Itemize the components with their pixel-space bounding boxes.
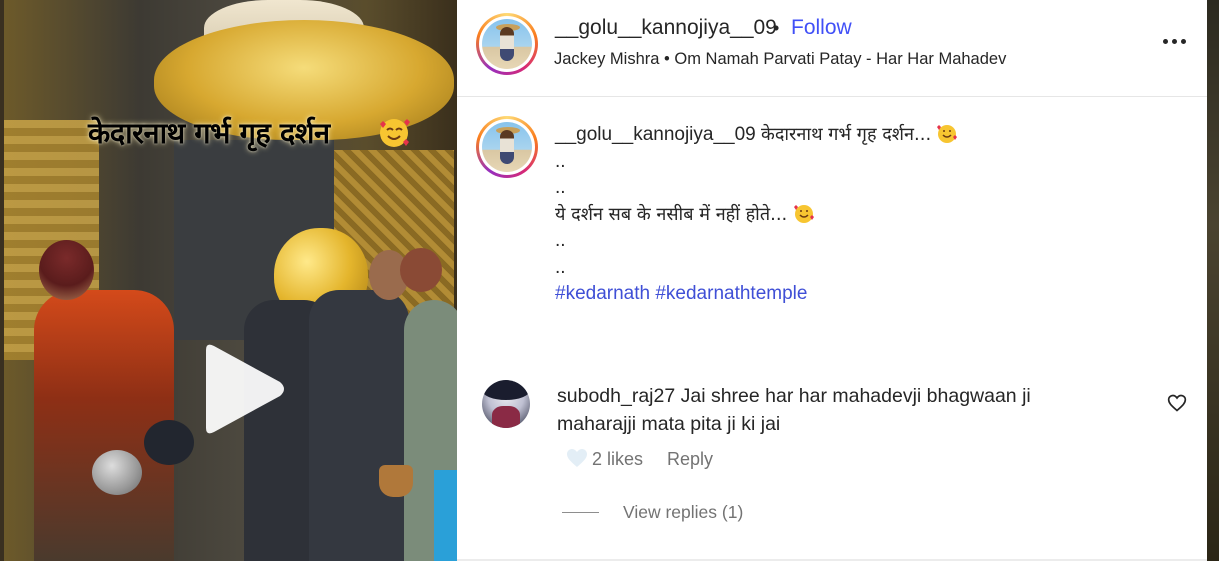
devotee-figure (309, 290, 409, 561)
commenter-username[interactable]: subodh_raj27 (557, 385, 675, 407)
hashtag-link[interactable]: #kedarnathtemple (655, 283, 807, 304)
caption-username[interactable]: __golu__kannojiya__09 (555, 124, 756, 145)
audio-attribution[interactable]: Jackey Mishra • Om Namah Parvati Patay -… (554, 50, 1006, 69)
copper-pot (379, 465, 413, 497)
caption-dots: .. (555, 230, 566, 251)
likes-count[interactable]: 2 likes (592, 449, 643, 470)
video-overlay-caption: केदारनाथ गर्भ गृह दर्शन (88, 116, 330, 150)
author-avatar[interactable] (476, 13, 538, 75)
hashtag-link[interactable]: #kedarnath (555, 283, 650, 304)
comment-body: subodh_raj27 Jai shree har har mahadevji… (557, 382, 1117, 438)
reply-button[interactable]: Reply (667, 449, 713, 470)
smiling-face-with-hearts-icon (380, 119, 410, 147)
replies-divider (562, 512, 599, 513)
liked-heart-icon (567, 449, 587, 467)
caption-text: ये दर्शन सब के नसीब में नहीं होते... (555, 203, 788, 225)
post-details-panel: __golu__kannojiya__09 • Follow Jackey Mi… (457, 0, 1207, 561)
more-options-icon[interactable] (1161, 30, 1189, 54)
comment-text: maharajji mata pita ji ki jai (557, 413, 781, 435)
reel-video-player[interactable]: केदारनाथ गर्भ गृह दर्शन (4, 0, 457, 561)
caption-dots: .. (555, 256, 566, 278)
view-replies-button[interactable]: View replies (1) (623, 502, 743, 523)
smiling-face-with-hearts-icon (793, 204, 814, 223)
devotee-cap (144, 420, 194, 465)
caption-text: केदारनाथ गर्भ गृह दर्शन... (761, 124, 932, 145)
post-caption: __golu__kannojiya__09 केदारनाथ गर्भ गृह … (555, 122, 1155, 308)
caption-dots: .. (555, 150, 566, 172)
comment-text: Jai shree har har mahadevji bhagwaan ji (680, 385, 1031, 407)
kettle (92, 450, 142, 495)
caption-author-avatar[interactable] (476, 116, 538, 178)
caption-dots: .. (555, 177, 566, 198)
caption-hashtags: #kedarnath #kedarnathtemple (555, 281, 1155, 308)
priest-head (39, 240, 94, 300)
smiling-face-with-hearts-icon (937, 125, 958, 143)
heart-icon[interactable] (1167, 393, 1187, 413)
devotee-head (400, 248, 442, 292)
play-icon[interactable] (192, 340, 288, 438)
background-right-edge (1207, 0, 1219, 561)
separator-dot: • (773, 18, 780, 38)
post-header: __golu__kannojiya__09 • Follow Jackey Mi… (457, 0, 1207, 97)
commenter-avatar[interactable] (482, 380, 530, 428)
blue-cloth (434, 470, 457, 561)
follow-button[interactable]: Follow (791, 16, 852, 40)
author-username[interactable]: __golu__kannojiya__09 (555, 16, 777, 40)
